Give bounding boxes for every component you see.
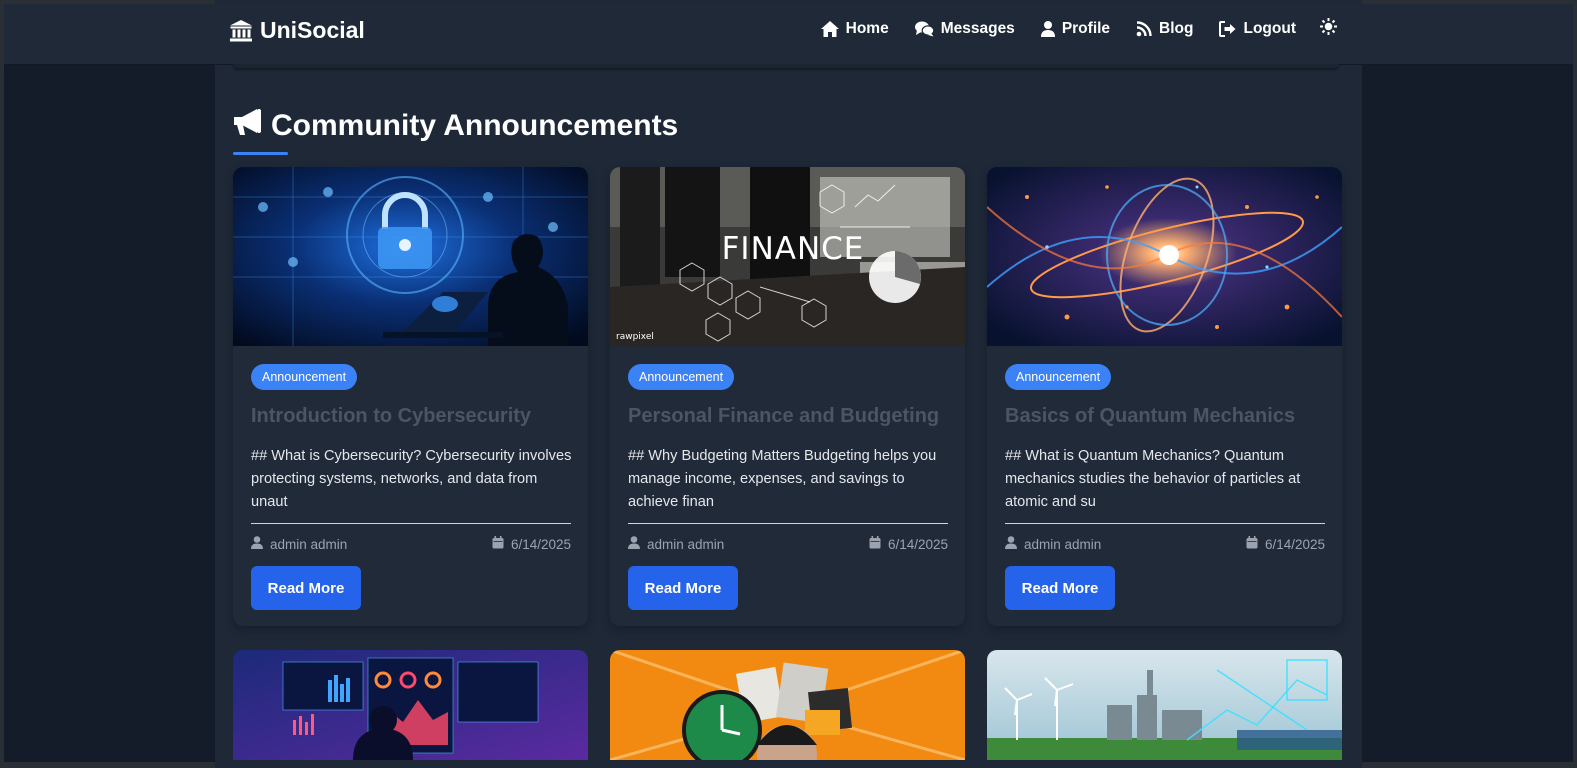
- megaphone-icon: [233, 108, 263, 144]
- date-text: 6/14/2025: [510, 536, 571, 552]
- category-badge: Announcement: [251, 364, 358, 390]
- previous-section-edge: [233, 64, 1339, 68]
- card-excerpt: ## What is Quantum Mechanics? Quantum me…: [1005, 448, 1301, 510]
- card-excerpt: ## Why Budgeting Matters Budgeting helps…: [628, 448, 937, 510]
- card-author: admin admin: [1005, 536, 1101, 552]
- nav-messages[interactable]: Messages: [914, 19, 1015, 38]
- sun-icon: [1320, 18, 1337, 39]
- nav-blog[interactable]: Blog: [1136, 20, 1193, 38]
- user-icon: [251, 536, 263, 552]
- card-divider: [628, 523, 948, 524]
- card-excerpt: ## What is Cybersecurity? Cybersecurity …: [251, 448, 572, 510]
- data-dashboard-image[interactable]: [233, 650, 588, 760]
- nav-home-label: Home: [845, 19, 889, 37]
- logout-icon: [1219, 20, 1236, 37]
- read-more-button[interactable]: Read More: [1005, 566, 1115, 610]
- announcement-card: Announcement Introduction to Cybersecuri…: [233, 167, 588, 626]
- user-icon: [1040, 20, 1055, 37]
- nav-logout-label: Logout: [1243, 19, 1296, 37]
- calendar-icon: [869, 536, 881, 552]
- card-date: 6/14/2025: [492, 536, 571, 552]
- card-divider: [1005, 523, 1325, 524]
- section-title: Community Announcements: [233, 108, 678, 144]
- card-date: 6/14/2025: [869, 536, 948, 552]
- read-more-button[interactable]: Read More: [251, 566, 361, 610]
- announcement-card: FINANCE rawpixel Announcement Personal F…: [610, 167, 965, 626]
- quantum-image[interactable]: [987, 167, 1342, 346]
- nav-profile[interactable]: Profile: [1040, 19, 1111, 38]
- finance-overlay-text: FINANCE: [722, 231, 865, 267]
- user-icon: [628, 536, 640, 552]
- card-title[interactable]: Basics of Quantum Mechanics: [1005, 405, 1335, 428]
- cybersecurity-image[interactable]: [233, 167, 588, 346]
- image-credit: rawpixel: [616, 332, 654, 342]
- comments-icon: [914, 21, 934, 37]
- nav-messages-label: Messages: [940, 19, 1015, 37]
- rss-icon: [1136, 20, 1152, 37]
- author-name: admin admin: [1024, 536, 1102, 552]
- card-divider: [251, 523, 571, 524]
- nav-logout[interactable]: Logout: [1219, 20, 1296, 38]
- nav-profile-label: Profile: [1061, 19, 1111, 37]
- author-name: admin admin: [270, 536, 348, 552]
- read-more-button[interactable]: Read More: [628, 566, 738, 610]
- date-text: 6/14/2025: [1264, 536, 1325, 552]
- user-icon: [1005, 536, 1017, 552]
- card-author: admin admin: [628, 536, 724, 552]
- nav-menu: Home Messages Profile Blog Logout: [820, 18, 1337, 39]
- time-management-image[interactable]: [610, 650, 965, 760]
- date-text: 6/14/2025: [887, 536, 948, 552]
- home-icon: [820, 20, 839, 37]
- card-title[interactable]: Introduction to Cybersecurity: [251, 405, 581, 428]
- calendar-icon: [1246, 536, 1258, 552]
- title-underline: [233, 152, 288, 155]
- section-title-text: Community Announcements: [271, 109, 679, 142]
- card-date: 6/14/2025: [1246, 536, 1325, 552]
- announcement-card: Announcement Basics of Quantum Mechanics…: [987, 167, 1342, 626]
- renewable-energy-image[interactable]: [987, 650, 1342, 760]
- card-author: admin admin: [251, 536, 347, 552]
- university-icon: [229, 19, 253, 43]
- nav-home[interactable]: Home: [820, 19, 889, 38]
- calendar-icon: [492, 536, 504, 552]
- theme-toggle-button[interactable]: [1320, 18, 1337, 39]
- card-title[interactable]: Personal Finance and Budgeting: [628, 405, 958, 428]
- finance-image[interactable]: FINANCE rawpixel: [610, 167, 965, 346]
- author-name: admin admin: [647, 536, 725, 552]
- category-badge: Announcement: [628, 364, 735, 390]
- nav-blog-label: Blog: [1159, 19, 1194, 37]
- brand-logo[interactable]: UniSocial: [229, 17, 365, 44]
- category-badge: Announcement: [1005, 364, 1112, 390]
- brand-name: UniSocial: [260, 17, 365, 43]
